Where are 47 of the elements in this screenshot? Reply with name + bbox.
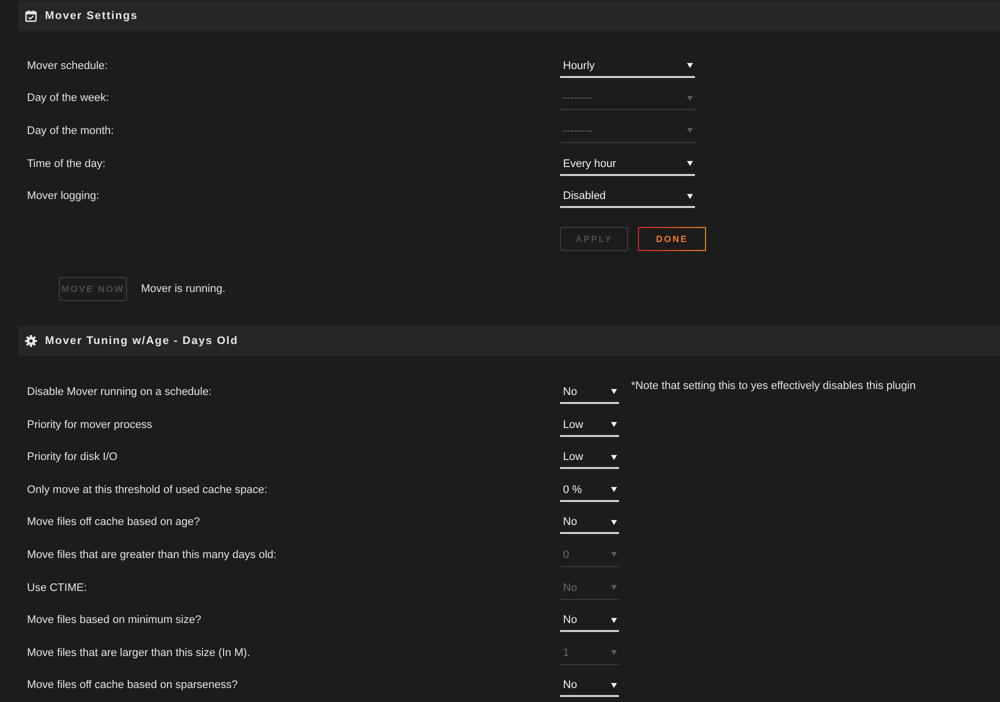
setting-label: Day of the month: bbox=[27, 124, 115, 139]
caret-icon bbox=[687, 96, 693, 101]
caret-icon bbox=[611, 520, 617, 525]
section-title: Mover Tuning w/Age - Days Old bbox=[45, 335, 238, 348]
setting-label: Only move at this threshold of used cache space: bbox=[27, 482, 268, 498]
setting-label: Priority for mover process bbox=[27, 418, 154, 433]
dropdown[interactable]: 0 % bbox=[560, 480, 619, 502]
note-text: *Note that setting this to yes effectively disables this plugin bbox=[631, 378, 916, 394]
caret-icon bbox=[611, 389, 617, 394]
setting-label: Day of the week: bbox=[27, 91, 110, 106]
setting-label: Move files off cache based on sparseness? bbox=[27, 678, 239, 694]
caret-icon bbox=[687, 161, 693, 166]
caret-icon bbox=[611, 585, 617, 590]
calendar-check-icon bbox=[25, 10, 37, 22]
setting-label: Move files that are larger than this size (In M). bbox=[27, 646, 252, 661]
setting-label: Move files based on minimum size? bbox=[27, 613, 202, 628]
caret-icon bbox=[687, 194, 693, 199]
setting-label: Mover logging: bbox=[27, 189, 100, 204]
caret-icon bbox=[611, 618, 617, 623]
dropdown[interactable]: Low bbox=[560, 414, 619, 437]
caret-icon bbox=[611, 650, 617, 656]
caret-icon bbox=[687, 128, 693, 134]
setting-label: Use CTIME: bbox=[27, 580, 88, 596]
caret-icon bbox=[687, 63, 693, 68]
caret-icon bbox=[611, 682, 617, 688]
dropdown[interactable]: Hourly bbox=[560, 56, 695, 78]
done-button[interactable]: DONE bbox=[638, 227, 706, 252]
setting-label: Move files off cache based on age? bbox=[27, 515, 201, 530]
caret-icon bbox=[611, 552, 617, 558]
setting-label: Time of the day: bbox=[27, 156, 106, 172]
caret-icon bbox=[611, 422, 617, 428]
section-title: Mover Settings bbox=[45, 10, 138, 22]
setting-label: Priority for disk I/O bbox=[27, 450, 118, 466]
dropdown[interactable]: No bbox=[560, 512, 619, 534]
setting-label: Move files that are greater than this many days old: bbox=[27, 548, 278, 563]
gear-icon bbox=[25, 335, 37, 348]
dropdown[interactable]: No bbox=[560, 675, 619, 698]
dropdown[interactable]: Low bbox=[560, 447, 619, 470]
dropdown[interactable]: Disabled bbox=[560, 186, 695, 208]
dropdown[interactable]: Every hour bbox=[560, 154, 695, 176]
status-text: Mover is running. bbox=[141, 283, 226, 296]
caret-icon bbox=[611, 487, 617, 492]
caret-icon bbox=[611, 454, 617, 460]
dropdown[interactable]: No bbox=[560, 382, 619, 404]
setting-label: Disable Mover running on a schedule: bbox=[27, 384, 213, 400]
setting-label: Mover schedule: bbox=[27, 58, 109, 74]
dropdown[interactable]: No bbox=[560, 610, 619, 632]
